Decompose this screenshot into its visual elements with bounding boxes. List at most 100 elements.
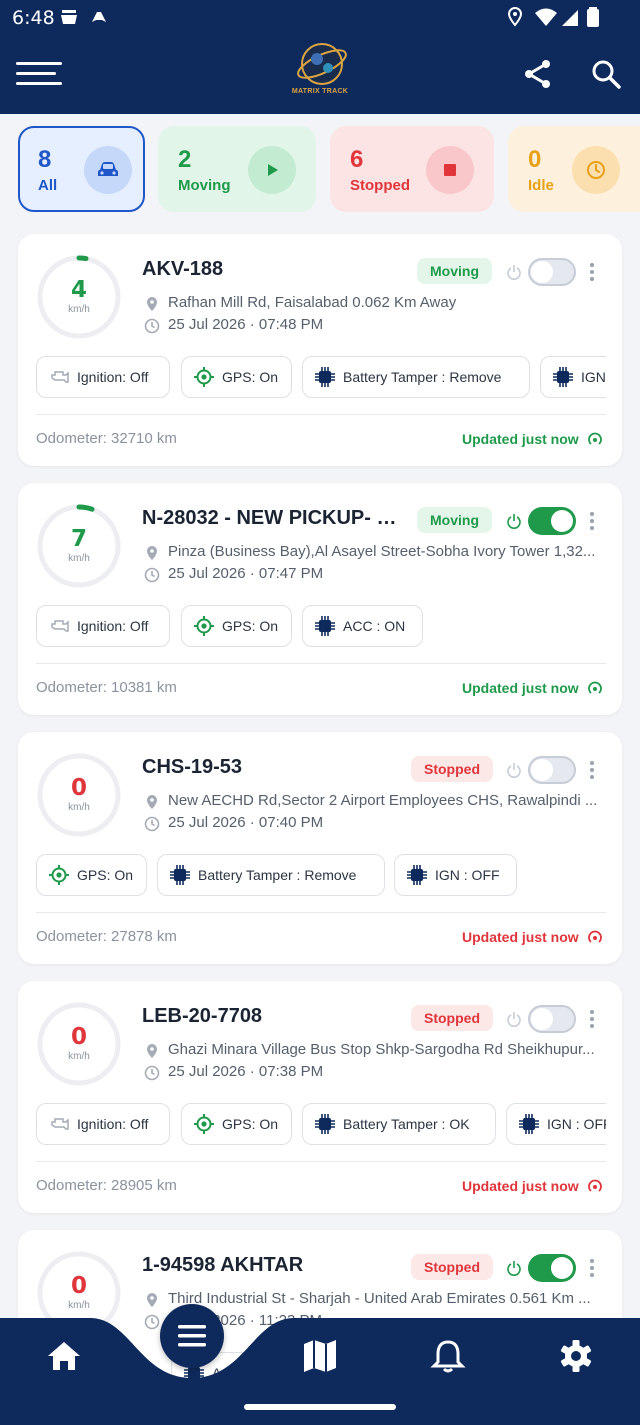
filter-idle-count: 0 (528, 146, 542, 173)
menu-icon (178, 1325, 206, 1347)
chip-icon (315, 616, 335, 636)
speed-gauge: 4 km/h (36, 254, 122, 340)
battery-icon (587, 7, 599, 27)
sensor-chip[interactable]: GPS: On (181, 356, 292, 398)
speed-unit: km/h (68, 802, 90, 813)
filter-all-label: All (38, 177, 58, 194)
speed-value: 0 (70, 1273, 87, 1299)
stop-icon (426, 146, 474, 194)
sensor-chip[interactable]: Battery Tamper : Remove (157, 854, 385, 896)
location-pin-icon (147, 297, 157, 311)
speed-unit: km/h (68, 553, 90, 564)
logo-text: MATRIX TRACK (291, 88, 349, 95)
vehicle-timestamp: 25 Jul 2026 · 07:47 PM (142, 565, 542, 585)
more-options-icon[interactable] (586, 1009, 598, 1029)
more-options-icon[interactable] (586, 760, 598, 780)
speed-unit: km/h (68, 1300, 90, 1311)
sensor-chip[interactable]: IGN : OFF (506, 1103, 606, 1145)
status-badge: Moving (417, 258, 492, 284)
vehicle-plate: CHS-19-53 (142, 756, 243, 778)
speed-value: 4 (70, 277, 87, 303)
power-icon (507, 514, 521, 529)
card-divider (36, 414, 606, 415)
sensor-chip[interactable]: Battery Tamper : OK (302, 1103, 496, 1145)
speed-value: 0 (70, 1024, 87, 1050)
timestamp-text: 25 Jul 2026 · 07:40 PM (168, 814, 324, 831)
status-filter-bar: 8 All 2 Moving 6 Stopped 0 Idle (0, 126, 640, 214)
car-icon (84, 146, 132, 194)
home-indicator[interactable] (244, 1404, 396, 1410)
filter-moving[interactable]: 2 Moving (158, 126, 316, 212)
sensor-chip[interactable]: GPS: On (36, 854, 147, 896)
filter-all[interactable]: 8 All (18, 126, 145, 212)
sensor-chip[interactable]: ACC : ON (302, 605, 423, 647)
engine-toggle[interactable] (528, 756, 576, 784)
odometer: Odometer: 32710 km (36, 430, 177, 447)
engine-icon (51, 371, 69, 383)
sensor-chip[interactable]: IGN : OFF (394, 854, 517, 896)
sensor-chip[interactable]: GPS: On (181, 605, 292, 647)
speed-value: 7 (70, 526, 87, 552)
gps-icon (194, 616, 214, 636)
vehicle-card[interactable]: 7 km/h N-28032 - NEW PICKUP- 4X4 Moving … (18, 483, 622, 715)
sensor-chip[interactable]: GPS: On (181, 1103, 292, 1145)
filter-idle[interactable]: 0 Idle (508, 126, 640, 212)
signal-icon (588, 1179, 602, 1192)
power-icon (507, 1261, 521, 1276)
sensor-chip[interactable]: Battery Tamper : Remove (302, 356, 530, 398)
odometer: Odometer: 28905 km (36, 1177, 177, 1194)
timestamp-text: 25 Jul 2026 · 07:48 PM (168, 316, 324, 333)
more-options-icon[interactable] (586, 511, 598, 531)
vehicle-plate: AKV-188 (142, 258, 224, 280)
filter-stopped-label: Stopped (350, 177, 410, 194)
engine-toggle[interactable] (528, 507, 576, 535)
vehicle-card[interactable]: 4 km/h AKV-188 Moving Rafhan Mill Rd, Fa… (18, 234, 622, 466)
vehicle-card[interactable]: 0 km/h LEB-20-7708 Stopped Ghazi Minara … (18, 981, 622, 1213)
settings-icon[interactable] (556, 1338, 596, 1374)
vehicle-card[interactable]: 0 km/h CHS-19-53 Stopped New AECHD Rd,Se… (18, 732, 622, 964)
vehicle-address: New AECHD Rd,Sector 2 Airport Employees … (142, 792, 606, 812)
more-options-icon[interactable] (586, 1258, 598, 1278)
sensor-chip[interactable]: Ignition: Off (36, 1103, 170, 1145)
vehicle-timestamp: 25 Jul 2026 · 07:48 PM (142, 316, 542, 336)
location-pin-icon (147, 546, 157, 560)
clock-icon (144, 318, 160, 334)
vehicle-address: Pinza (Business Bay),Al Asayel Street-So… (142, 543, 606, 563)
speed-unit: km/h (68, 304, 90, 315)
sensor-chip[interactable]: Ignition: Off (36, 356, 170, 398)
home-icon[interactable] (44, 1338, 84, 1374)
power-icon (507, 265, 521, 280)
engine-toggle[interactable] (528, 1005, 576, 1033)
speed-gauge: 7 km/h (36, 503, 122, 589)
share-icon[interactable] (522, 58, 554, 90)
signal-icon (588, 432, 602, 445)
speed-gauge: 0 km/h (36, 1001, 122, 1087)
vehicle-address: Rafhan Mill Rd, Faisalabad 0.062 Km Away (142, 294, 606, 314)
address-text: Pinza (Business Bay),Al Asayel Street-So… (168, 543, 596, 560)
updated-status: Updated just now (462, 680, 579, 696)
engine-toggle[interactable] (528, 258, 576, 286)
map-icon[interactable] (300, 1338, 340, 1374)
gps-icon (194, 367, 214, 387)
filter-all-count: 8 (38, 146, 52, 173)
menu-button[interactable] (16, 60, 64, 88)
filter-stopped[interactable]: 6 Stopped (330, 126, 494, 212)
filter-idle-label: Idle (528, 177, 554, 194)
sensor-chip[interactable]: Ignition: Off (36, 605, 170, 647)
vehicle-timestamp: 25 Jul 2026 · 07:38 PM (142, 1063, 542, 1083)
play-icon (248, 146, 296, 194)
card-divider (36, 663, 606, 664)
address-text: Rafhan Mill Rd, Faisalabad 0.062 Km Away (168, 294, 457, 311)
sensor-chips: Ignition: Off GPS: On Battery Tamper : R… (36, 356, 606, 400)
location-status-icon (507, 6, 523, 27)
sensor-chip[interactable]: IGN : OFF (540, 356, 606, 398)
bell-icon[interactable] (428, 1338, 468, 1374)
engine-toggle[interactable] (528, 1254, 576, 1282)
search-icon[interactable] (590, 58, 622, 90)
location-pin-icon (147, 1044, 157, 1058)
more-options-icon[interactable] (586, 262, 598, 282)
menu-fab-button[interactable] (160, 1304, 224, 1368)
chip-icon (407, 865, 427, 885)
updated-status: Updated just now (462, 431, 579, 447)
clock-icon (144, 567, 160, 583)
